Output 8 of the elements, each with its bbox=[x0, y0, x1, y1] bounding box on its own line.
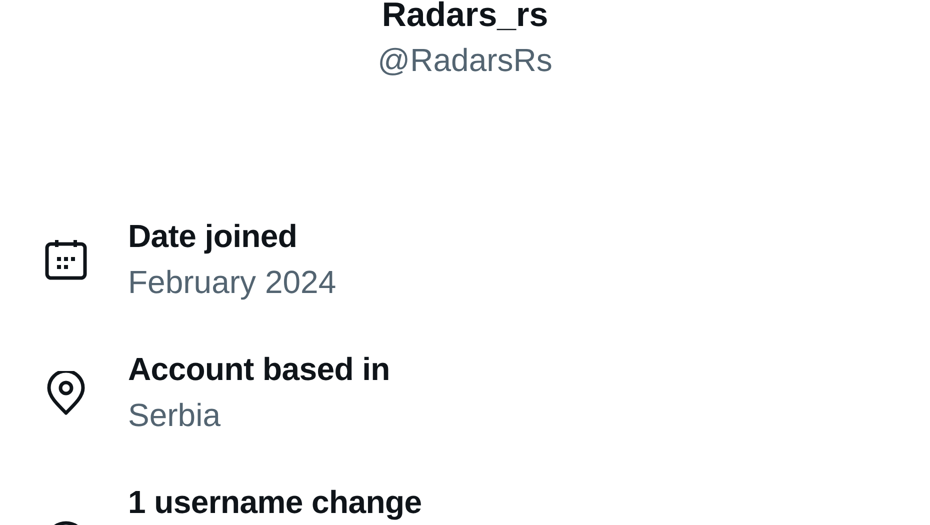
detail-value: Serbia bbox=[128, 396, 222, 435]
profile-name: Radars_rs bbox=[382, 0, 548, 34]
calendar-icon bbox=[44, 238, 88, 282]
detail-title: Date joined bbox=[128, 217, 298, 256]
detail-title: 1 username change bbox=[128, 483, 422, 522]
profile-handle: @RadarsRs bbox=[378, 41, 552, 80]
detail-value: February 2024 bbox=[128, 263, 336, 302]
detail-title: Account based in bbox=[128, 350, 390, 389]
